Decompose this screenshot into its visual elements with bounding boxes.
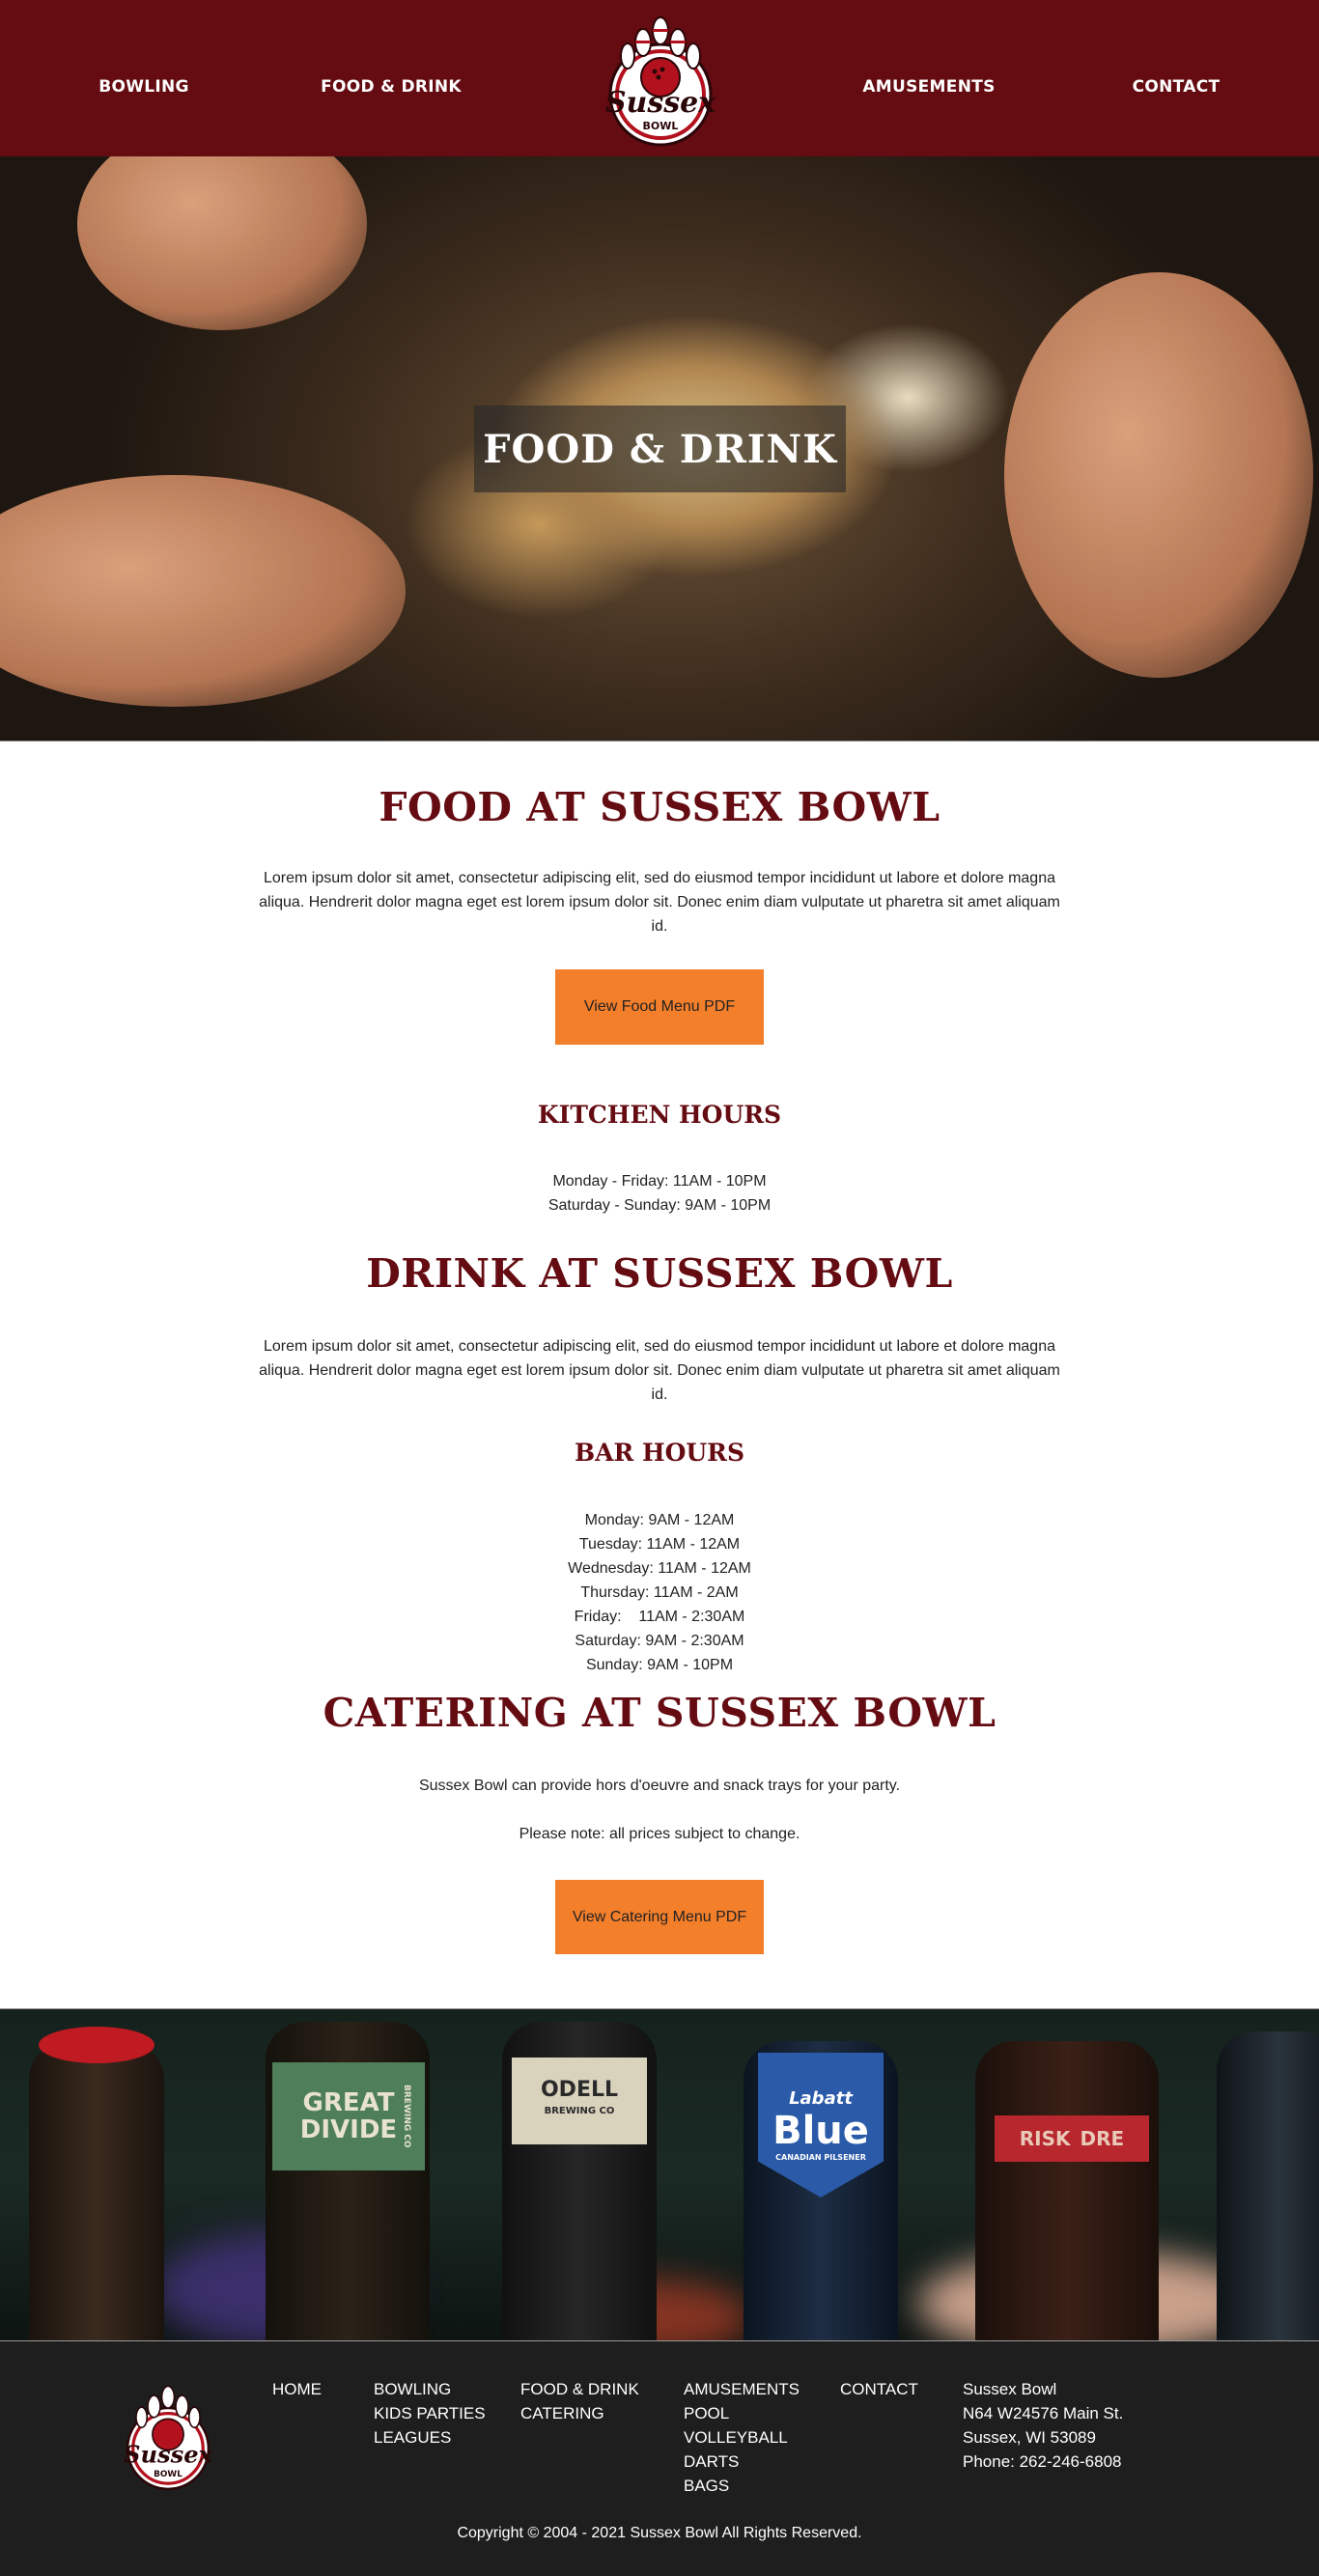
- footer-link-bowling[interactable]: BOWLING: [374, 2377, 486, 2401]
- hero-banner-nachos: FOOD & DRINK: [0, 156, 1319, 742]
- footer-link-home[interactable]: HOME: [272, 2377, 322, 2401]
- beer-label-text: BREWING CO: [402, 2084, 411, 2148]
- bar-hours-line: Monday: 9AM - 12AM: [584, 1512, 735, 1528]
- beer-label: RISK DRE: [995, 2115, 1149, 2162]
- beer-label-text: BREWING CO: [544, 2106, 615, 2116]
- food-menu-button[interactable]: View Food Menu PDF: [555, 969, 764, 1045]
- footer-col-bowling: BOWLING KIDS PARTIES LEAGUES: [374, 2377, 486, 2450]
- kitchen-hours-line: Saturday - Sunday: 9AM - 10PM: [547, 1197, 772, 1214]
- drink-body-line: Lorem ipsum dolor sit amet, consectetur …: [264, 1338, 1055, 1355]
- bar-hours-line: Saturday: 9AM - 2:30AM: [575, 1633, 744, 1649]
- beer-label: ODELL BREWING CO: [512, 2058, 647, 2144]
- kitchen-hours-line: Monday - Friday: 11AM - 10PM: [552, 1173, 767, 1190]
- bar-hours-line: Tuesday: 11AM - 12AM: [578, 1536, 741, 1553]
- bar-hours-line: Friday: 11AM - 2:30AM: [574, 1609, 745, 1625]
- bar-hours-heading: BAR HOURS: [574, 1439, 745, 1467]
- beer-label-side: BREWING CO: [392, 2065, 421, 2167]
- bottle-cap: [39, 2027, 154, 2063]
- site-header: BOWLING FOOD & DRINK Sussex BOWL AMUSEME…: [0, 0, 1319, 156]
- footer-link-contact[interactable]: CONTACT: [840, 2377, 918, 2401]
- footer-col-amusements: AMUSEMENTS POOL VOLLEYBALL DARTS BAGS: [684, 2377, 800, 2498]
- food-body-line: Lorem ipsum dolor sit amet, consectetur …: [264, 870, 1055, 886]
- kitchen-hours-heading: KITCHEN HOURS: [537, 1101, 782, 1129]
- nav-bowling[interactable]: BOWLING: [98, 77, 189, 97]
- beer-bottles-banner: GREAT DIVIDE BREWING CO ODELL BREWING CO…: [0, 2008, 1319, 2341]
- beer-label-text: DRE: [1080, 2127, 1125, 2150]
- address-name: Sussex Bowl: [963, 2380, 1057, 2398]
- footer-col-home: HOME: [272, 2377, 322, 2401]
- svg-text:Sussex: Sussex: [605, 86, 716, 120]
- food-heading: FOOD AT SUSSEX BOWL: [379, 784, 940, 830]
- bar-hours-line: Sunday: 9AM - 10PM: [585, 1657, 734, 1673]
- nav-contact[interactable]: CONTACT: [1133, 77, 1221, 97]
- beer-label-text: ODELL: [540, 2078, 619, 2102]
- footer-link-food-drink[interactable]: FOOD & DRINK: [520, 2377, 639, 2401]
- hand-decoration: [77, 156, 367, 330]
- drink-heading: DRINK AT SUSSEX BOWL: [366, 1250, 953, 1297]
- site-footer: Sussex BOWL HOME BOWLING KIDS PARTIES LE…: [0, 2341, 1319, 2576]
- nav-food-drink[interactable]: FOOD & DRINK: [321, 77, 462, 97]
- sussex-bowl-logo-icon[interactable]: Sussex BOWL: [601, 10, 720, 149]
- footer-col-contact: CONTACT: [840, 2377, 918, 2401]
- svg-text:BOWL: BOWL: [643, 120, 679, 132]
- catering-body-line: Sussex Bowl can provide hors d'oeuvre an…: [418, 1778, 901, 1794]
- footer-col-food: FOOD & DRINK CATERING: [520, 2377, 639, 2425]
- catering-menu-button[interactable]: View Catering Menu PDF: [555, 1880, 764, 1954]
- beer-bottle: [1217, 2031, 1319, 2340]
- catering-note: Please note: all prices subject to chang…: [519, 1826, 800, 1842]
- beer-label-text: Labatt: [789, 2088, 853, 2109]
- food-body-line: id.: [651, 918, 668, 935]
- hand-decoration: [1004, 272, 1313, 678]
- sussex-bowl-footer-logo-icon[interactable]: Sussex BOWL: [120, 2380, 216, 2492]
- catering-heading: CATERING AT SUSSEX BOWL: [323, 1690, 996, 1736]
- footer-link-amusements[interactable]: AMUSEMENTS: [684, 2377, 800, 2401]
- hero-title: FOOD & DRINK: [483, 426, 837, 472]
- footer-link-volleyball[interactable]: VOLLEYBALL: [684, 2425, 800, 2450]
- beer-label-text: Blue: [772, 2109, 869, 2153]
- footer-link-kids-parties[interactable]: KIDS PARTIES: [374, 2401, 486, 2425]
- bar-hours-line: Wednesday: 11AM - 12AM: [568, 1560, 751, 1577]
- hand-decoration: [0, 475, 406, 707]
- bar-hours-line: Thursday: 11AM - 2AM: [580, 1584, 739, 1601]
- footer-address: Sussex Bowl N64 W24576 Main St. Sussex, …: [963, 2377, 1123, 2474]
- footer-link-catering[interactable]: CATERING: [520, 2401, 639, 2425]
- footer-link-darts[interactable]: DARTS: [684, 2450, 800, 2474]
- food-body-line: aliqua. Hendrerit dolor magna eget est l…: [259, 894, 1060, 910]
- beer-bottle: [29, 2041, 164, 2340]
- address-phone: Phone: 262-246-6808: [963, 2452, 1122, 2471]
- address-street: N64 W24576 Main St.: [963, 2404, 1124, 2422]
- footer-link-leagues[interactable]: LEAGUES: [374, 2425, 486, 2450]
- beer-label-text: RISK: [1019, 2127, 1071, 2150]
- copyright: Copyright © 2004 - 2021 Sussex Bowl All …: [457, 2525, 862, 2541]
- address-city: Sussex, WI 53089: [963, 2428, 1096, 2447]
- hero-title-box: FOOD & DRINK: [474, 406, 846, 492]
- footer-link-bags[interactable]: BAGS: [684, 2474, 800, 2498]
- drink-body-line: aliqua. Hendrerit dolor magna eget est l…: [259, 1362, 1060, 1379]
- footer-link-pool[interactable]: POOL: [684, 2401, 800, 2425]
- beer-label-text: CANADIAN PILSENER: [775, 2153, 866, 2162]
- beer-bottle: [975, 2041, 1159, 2340]
- drink-body-line: id.: [651, 1386, 668, 1403]
- svg-text:Sussex: Sussex: [124, 2440, 213, 2468]
- nav-amusements[interactable]: AMUSEMENTS: [862, 77, 995, 97]
- svg-text:BOWL: BOWL: [154, 2470, 182, 2479]
